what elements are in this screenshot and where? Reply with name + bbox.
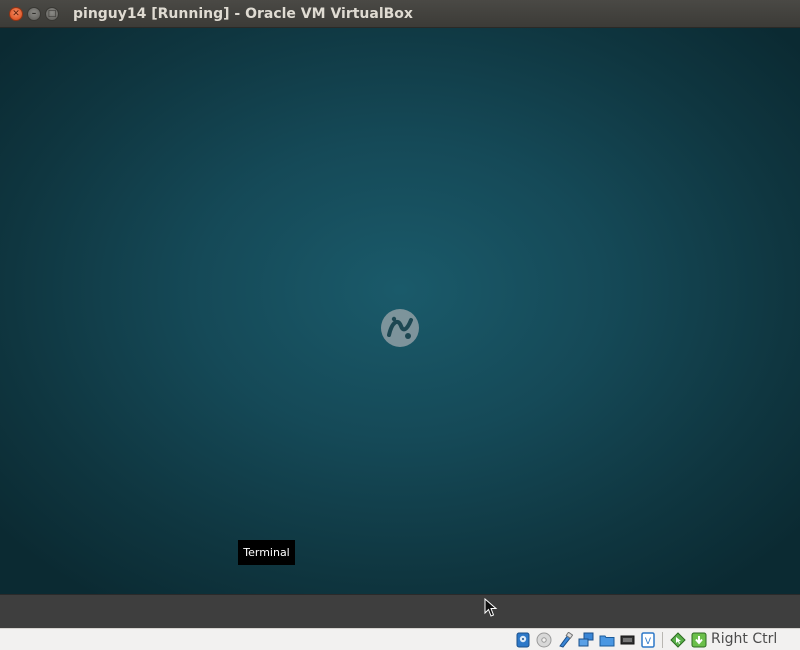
network-icon[interactable] (578, 632, 594, 648)
guest-bottom-panel[interactable] (0, 594, 800, 628)
svg-text:V: V (645, 637, 652, 647)
status-separator (662, 632, 663, 648)
mouse-pointer-icon (484, 598, 498, 617)
video-capture-icon[interactable]: V (640, 632, 656, 648)
window-title: pinguy14 [Running] - Oracle VM VirtualBo… (73, 6, 413, 22)
hard-disk-icon[interactable] (515, 632, 531, 648)
mouse-integration-icon[interactable] (670, 632, 686, 648)
minimize-icon[interactable]: – (27, 7, 41, 21)
maximize-icon[interactable]: □ (45, 7, 59, 21)
usb-icon[interactable] (557, 632, 573, 648)
tooltip-terminal: Terminal (238, 540, 295, 565)
keyboard-capture-icon[interactable] (691, 632, 707, 648)
display-icon[interactable] (620, 632, 636, 648)
status-bar: V Right Ctrl (0, 628, 800, 650)
close-icon[interactable]: ✕ (9, 7, 23, 21)
guest-screen[interactable]: Terminal (0, 28, 800, 594)
optical-drive-icon[interactable] (536, 632, 552, 648)
shared-folders-icon[interactable] (599, 632, 615, 648)
host-key-label[interactable]: Right Ctrl (711, 631, 777, 647)
virtualbox-window: ✕ – □ pinguy14 [Running] - Oracle VM Vir… (0, 0, 800, 650)
pinguy-logo-icon (381, 309, 419, 347)
title-bar[interactable]: ✕ – □ pinguy14 [Running] - Oracle VM Vir… (0, 0, 800, 28)
